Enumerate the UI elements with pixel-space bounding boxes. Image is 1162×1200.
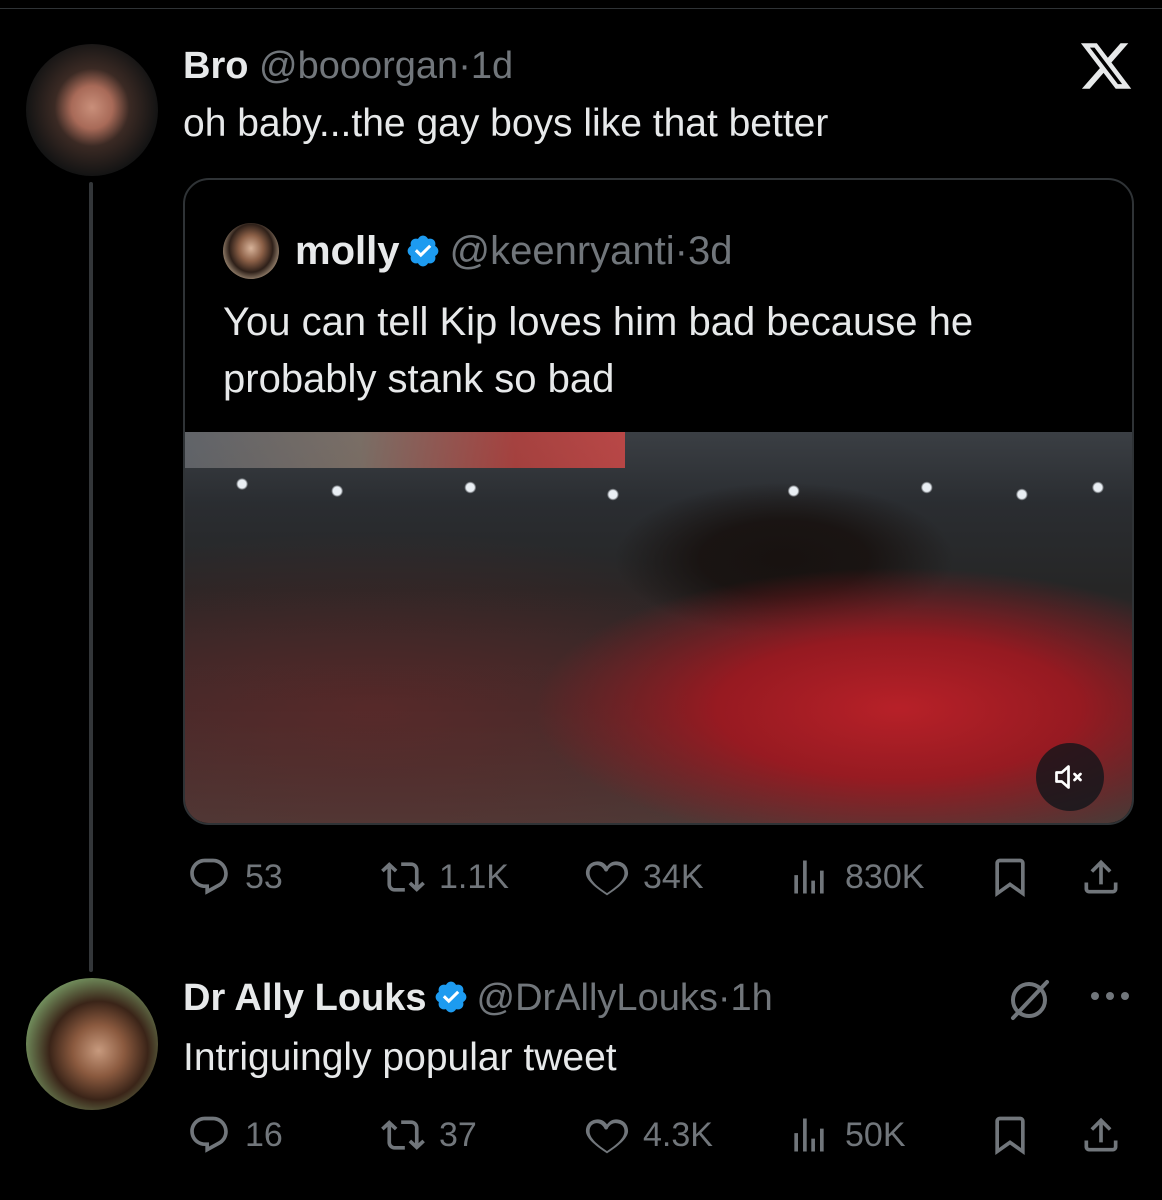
views-count: 50K bbox=[845, 1115, 906, 1154]
verified-badge-icon bbox=[435, 981, 466, 1013]
top-divider bbox=[0, 8, 1162, 9]
share-button[interactable] bbox=[1079, 852, 1123, 902]
author-handle[interactable]: @booorgan bbox=[259, 45, 458, 87]
quoted-tweet-video[interactable] bbox=[185, 432, 1132, 823]
reply-button[interactable]: 16 bbox=[187, 1110, 283, 1160]
share-button[interactable] bbox=[1079, 1110, 1123, 1160]
author-name[interactable]: Dr Ally Louks bbox=[183, 977, 427, 1019]
author-handle[interactable]: @DrAllyLouks bbox=[477, 977, 718, 1019]
like-count: 34K bbox=[643, 857, 704, 896]
reply-count: 53 bbox=[245, 857, 283, 896]
repost-icon bbox=[381, 862, 425, 892]
tweet-ally-actions: 16 37 4.3K 50K bbox=[183, 1110, 1134, 1160]
tweet-bro-actions: 53 1.1K 34K 830K bbox=[183, 852, 1134, 902]
like-button[interactable]: 4.3K bbox=[585, 1110, 713, 1160]
reply-icon bbox=[190, 1116, 228, 1153]
arena-lights bbox=[185, 456, 1132, 526]
reply-count: 16 bbox=[245, 1115, 283, 1154]
x-logo-icon bbox=[1080, 43, 1132, 89]
mute-icon bbox=[1055, 765, 1082, 789]
avatar-molly[interactable] bbox=[223, 223, 279, 279]
repost-button[interactable]: 37 bbox=[381, 1110, 477, 1160]
tweet-ally-header: Dr Ally Louks @DrAllyLouks·1h bbox=[183, 976, 773, 1020]
quoted-author-name[interactable]: molly bbox=[295, 229, 399, 273]
reply-icon bbox=[190, 858, 228, 895]
like-icon bbox=[585, 861, 629, 896]
views-button[interactable]: 50K bbox=[787, 1110, 906, 1160]
tweet-text: Intriguingly popular tweet bbox=[183, 1036, 617, 1079]
reply-button[interactable]: 53 bbox=[187, 852, 283, 902]
more-icon[interactable] bbox=[1088, 989, 1132, 1003]
bookmark-button[interactable] bbox=[988, 1110, 1032, 1160]
timestamp[interactable]: 1d bbox=[471, 45, 513, 87]
thread-connector-line bbox=[89, 182, 93, 972]
quoted-timestamp[interactable]: 3d bbox=[688, 229, 733, 273]
separator-dot: · bbox=[458, 45, 471, 87]
share-icon bbox=[1084, 859, 1118, 894]
repost-button[interactable]: 1.1K bbox=[381, 852, 509, 902]
timestamp[interactable]: 1h bbox=[731, 977, 773, 1019]
repost-icon bbox=[381, 1120, 425, 1150]
tweet-bro-header: Bro @booorgan·1d bbox=[183, 44, 513, 88]
like-button[interactable]: 34K bbox=[585, 852, 704, 902]
quoted-author-handle[interactable]: @keenryanti bbox=[449, 229, 674, 273]
quoted-tweet-header: molly @keenryanti·3d bbox=[295, 228, 732, 274]
separator-dot: · bbox=[717, 977, 731, 1019]
quoted-tweet-text: You can tell Kip loves him bad because h… bbox=[223, 300, 974, 401]
bookmark-icon bbox=[995, 858, 1025, 898]
tweet-text: oh baby...the gay boys like that better bbox=[183, 102, 829, 145]
views-button[interactable]: 830K bbox=[787, 852, 924, 902]
bookmark-button[interactable] bbox=[988, 852, 1032, 902]
like-icon bbox=[585, 1119, 629, 1154]
quoted-tweet-card[interactable]: molly @keenryanti·3d You can tell Kip lov… bbox=[183, 178, 1134, 825]
views-count: 830K bbox=[845, 857, 925, 896]
bookmark-icon bbox=[995, 1116, 1025, 1156]
views-icon bbox=[794, 860, 824, 894]
avatar-bro[interactable] bbox=[26, 44, 158, 176]
mute-button[interactable] bbox=[1036, 743, 1104, 811]
separator-dot: · bbox=[674, 229, 688, 273]
avatar-ally[interactable] bbox=[26, 978, 158, 1110]
like-count: 4.3K bbox=[643, 1115, 713, 1154]
views-icon bbox=[794, 1118, 824, 1152]
grok-icon[interactable] bbox=[1005, 976, 1053, 1024]
repost-count: 1.1K bbox=[439, 857, 509, 896]
author-name[interactable]: Bro bbox=[183, 45, 248, 87]
repost-count: 37 bbox=[439, 1115, 477, 1154]
share-icon bbox=[1084, 1117, 1118, 1152]
verified-badge-icon bbox=[408, 235, 439, 267]
